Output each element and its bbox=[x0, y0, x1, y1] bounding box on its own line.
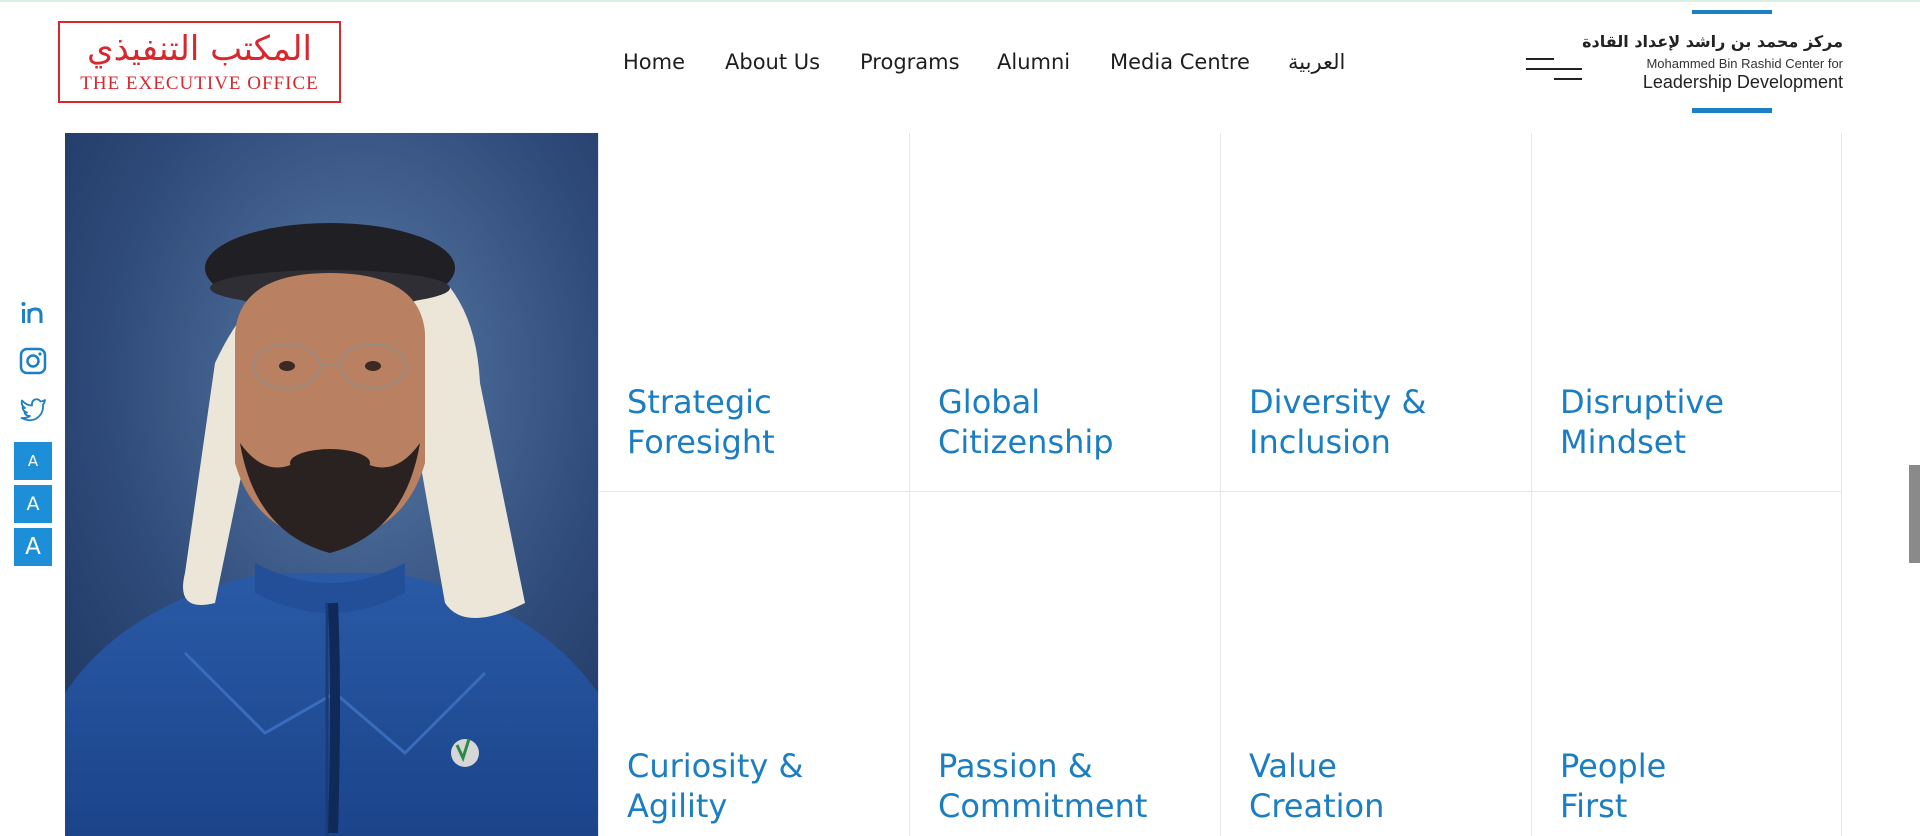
mbr-logo-english-line2: Leadership Development bbox=[1642, 72, 1843, 92]
value-card-title-line: Passion & bbox=[938, 747, 1093, 785]
value-card-title-line: Foresight bbox=[627, 423, 775, 461]
nav-about-us[interactable]: About Us bbox=[725, 50, 820, 74]
value-card-title-line: Agility bbox=[627, 787, 728, 825]
font-size-large-button[interactable]: A bbox=[14, 528, 52, 566]
value-card-title-line: Commitment bbox=[938, 787, 1148, 825]
executive-office-logo-english: THE EXECUTIVE OFFICE bbox=[80, 73, 319, 94]
site-header: المكتب التنفيذي THE EXECUTIVE OFFICE Hom… bbox=[0, 2, 1920, 132]
value-card-title: People First bbox=[1560, 746, 1830, 826]
leader-portrait bbox=[65, 133, 598, 836]
nav-home[interactable]: Home bbox=[623, 50, 685, 74]
menu-icon-line bbox=[1526, 68, 1582, 70]
instagram-icon[interactable] bbox=[18, 346, 48, 376]
linkedin-icon[interactable] bbox=[18, 298, 48, 328]
value-card-title: Passion & Commitment bbox=[938, 746, 1208, 826]
value-card-title-line: Diversity & bbox=[1249, 383, 1427, 421]
mbr-center-logo[interactable]: مركز محمد بن راشد لإعداد القادة Mohammed… bbox=[1582, 10, 1845, 118]
value-card-title-line: Global bbox=[938, 383, 1041, 421]
value-card-title-line: Disruptive bbox=[1560, 383, 1725, 421]
value-card-strategic-foresight[interactable]: Strategic Foresight bbox=[598, 133, 909, 492]
page-scrollbar[interactable] bbox=[1909, 465, 1920, 563]
value-card-title-line: People bbox=[1560, 747, 1667, 785]
nav-programs[interactable]: Programs bbox=[860, 50, 960, 74]
executive-office-logo-arabic: المكتب التنفيذي bbox=[87, 29, 312, 69]
executive-office-logo[interactable]: المكتب التنفيذي THE EXECUTIVE OFFICE bbox=[58, 21, 341, 103]
value-card-people-first[interactable]: People First bbox=[1531, 492, 1842, 836]
font-size-small-button[interactable]: A bbox=[14, 442, 52, 480]
value-card-title-line: Inclusion bbox=[1249, 423, 1391, 461]
value-card-passion-commitment[interactable]: Passion & Commitment bbox=[909, 492, 1220, 836]
value-card-title: Strategic Foresight bbox=[627, 382, 897, 462]
value-card-title-line: Value bbox=[1249, 747, 1337, 785]
menu-icon-line bbox=[1554, 78, 1582, 80]
logo-accent-bar bbox=[1692, 10, 1772, 14]
value-card-value-creation[interactable]: Value Creation bbox=[1220, 492, 1531, 836]
value-card-title-line: First bbox=[1560, 787, 1628, 825]
mbr-logo-english-line1: Mohammed Bin Rashid Center for bbox=[1646, 56, 1843, 71]
value-card-title-line: Strategic bbox=[627, 383, 772, 421]
value-card-title-line: Creation bbox=[1249, 787, 1385, 825]
value-card-title: Disruptive Mindset bbox=[1560, 382, 1830, 462]
value-card-global-citizenship[interactable]: Global Citizenship bbox=[909, 133, 1220, 492]
nav-alumni[interactable]: Alumni bbox=[997, 50, 1070, 74]
value-card-curiosity-agility[interactable]: Curiosity & Agility bbox=[598, 492, 909, 836]
value-card-title: Global Citizenship bbox=[938, 382, 1208, 462]
values-grid: Strategic Foresight Global Citizenship D… bbox=[598, 133, 1842, 836]
value-card-title-line: Mindset bbox=[1560, 423, 1686, 461]
twitter-icon[interactable] bbox=[18, 393, 48, 423]
logo-accent-bar bbox=[1692, 108, 1772, 113]
nav-arabic[interactable]: العربية bbox=[1288, 50, 1345, 74]
value-card-title: Diversity & Inclusion bbox=[1249, 382, 1519, 462]
value-card-title-line: Curiosity & bbox=[627, 747, 804, 785]
menu-icon[interactable] bbox=[1526, 58, 1582, 88]
mbr-logo-arabic: مركز محمد بن راشد لإعداد القادة bbox=[1582, 32, 1843, 51]
value-card-title: Curiosity & Agility bbox=[627, 746, 897, 826]
value-card-diversity-inclusion[interactable]: Diversity & Inclusion bbox=[1220, 133, 1531, 492]
font-size-medium-button[interactable]: A bbox=[14, 485, 52, 523]
value-card-disruptive-mindset[interactable]: Disruptive Mindset bbox=[1531, 133, 1842, 492]
menu-icon-line bbox=[1526, 58, 1554, 60]
value-card-title-line: Citizenship bbox=[938, 423, 1114, 461]
nav-media-centre[interactable]: Media Centre bbox=[1110, 50, 1250, 74]
value-card-title: Value Creation bbox=[1249, 746, 1519, 826]
